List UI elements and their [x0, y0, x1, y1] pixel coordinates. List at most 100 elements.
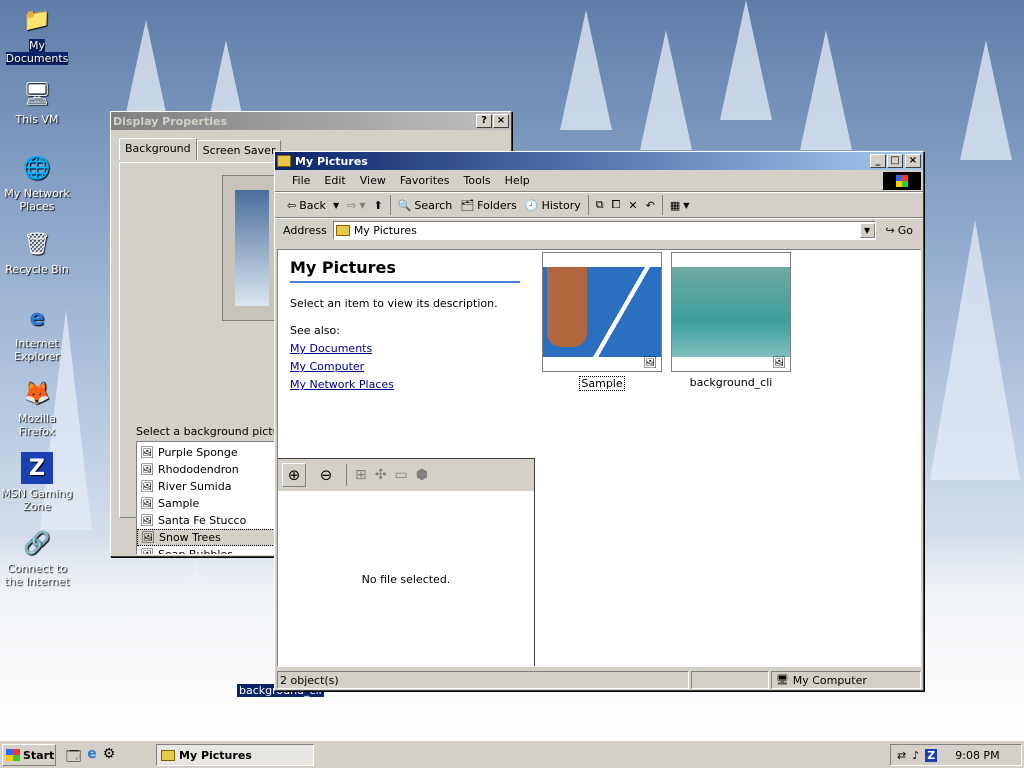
actual-size-button[interactable]: ✣	[375, 467, 387, 483]
window-title: My Pictures	[295, 154, 368, 168]
taskbar-task-my-pictures[interactable]: My Pictures	[156, 744, 314, 766]
preview-empty-text: No file selected.	[361, 573, 451, 586]
forward-button[interactable]: ⇨ ▼	[343, 195, 369, 215]
zoom-out-button[interactable]: ⊖	[314, 466, 338, 484]
slideshow-button[interactable]: ▭	[394, 467, 407, 483]
bg-picture-list[interactable]: 🖼 Purple Sponge 🖼 Rhododendron 🖼 River Sumida…	[136, 441, 280, 555]
desktop-icon-network[interactable]: 🌐 My Network Places	[0, 152, 74, 213]
desktop-icon-my-documents[interactable]: 📁 My Documents	[0, 4, 74, 65]
display-properties-titlebar[interactable]: Display Properties ? ×	[111, 112, 511, 130]
bg-picture-label: Select a background picture	[136, 425, 291, 438]
back-button[interactable]: ⇦ Back ▼	[283, 195, 343, 215]
media-player-icon[interactable]: ⚙	[103, 746, 116, 768]
connect-icon: 🔗	[23, 530, 51, 556]
link-my-computer[interactable]: My Computer	[290, 360, 520, 373]
clock[interactable]: 9:08 PM	[955, 749, 999, 762]
bg-list-item[interactable]: 🖼 Snow Trees	[137, 529, 279, 546]
volume-icon[interactable]: ♪	[912, 749, 919, 762]
copy-to-button[interactable]: ⧠	[608, 195, 625, 215]
bg-list-item[interactable]: 🖼 Sample	[137, 495, 279, 512]
ie-icon[interactable]: e	[87, 746, 97, 768]
computer-icon: 🖥	[776, 674, 789, 686]
start-button[interactable]: Start	[2, 744, 56, 766]
history-label: History	[541, 198, 581, 212]
recycle-bin-icon: 🗑	[23, 231, 51, 257]
bg-list-item-label: Santa Fe Stucco	[158, 514, 247, 527]
link-my-network-places[interactable]: My Network Places	[290, 378, 520, 391]
desktop-icon-this-vm[interactable]: 🖥 This VM	[0, 78, 74, 126]
views-button[interactable]: ▦ ▼	[666, 195, 694, 215]
move-to-icon: ⧉	[595, 198, 604, 211]
minimize-button[interactable]: _	[870, 154, 886, 168]
folders-button[interactable]: 🗂 Folders	[456, 195, 521, 215]
history-button[interactable]: 🕘 History	[521, 195, 585, 215]
rotate-button[interactable]: ⬢	[416, 467, 428, 483]
file-name: Sample	[579, 376, 625, 391]
image-file-icon: 🖼	[141, 530, 155, 544]
background-image	[672, 267, 790, 357]
menu-file[interactable]: File	[285, 174, 317, 187]
address-dropdown-button[interactable]: ▼	[859, 223, 875, 238]
search-button[interactable]: 🔍 Search	[394, 195, 457, 215]
see-also-label: See also:	[290, 324, 340, 337]
close-button[interactable]: ×	[905, 154, 921, 168]
up-folder-button[interactable]: ⬆	[369, 195, 386, 215]
file-item-sample[interactable]: 🖼 Sample	[542, 252, 662, 391]
system-tray: ⇄ ♪ Z 9:08 PM	[890, 744, 1022, 766]
forward-arrow-icon: ⇨	[347, 198, 357, 212]
close-button[interactable]: ×	[493, 114, 509, 128]
maximize-button[interactable]: □	[887, 154, 903, 168]
menu-view[interactable]: View	[353, 174, 393, 187]
file-name: background_cli	[689, 376, 773, 389]
computer-icon: 🖥	[23, 81, 51, 107]
link-my-documents[interactable]: My Documents	[290, 342, 520, 355]
toolbar-separator	[389, 195, 391, 215]
chevron-down-icon: ▼	[359, 200, 366, 210]
my-pictures-window[interactable]: My Pictures _ □ × File Edit View Favorit…	[274, 151, 924, 691]
tab-screen-saver[interactable]: Screen Saver	[196, 140, 282, 160]
undo-button[interactable]: ↶	[642, 195, 659, 215]
bg-list-item[interactable]: 🖼 Santa Fe Stucco	[137, 512, 279, 529]
file-type-icon: 🖼	[772, 356, 786, 369]
image-file-icon: 🖼	[140, 462, 154, 476]
network-tray-icon[interactable]: ⇄	[897, 749, 906, 762]
desktop-icon-recycle-bin[interactable]: 🗑 Recycle Bin	[0, 228, 74, 276]
menu-help[interactable]: Help	[498, 174, 537, 187]
desktop-icon-label: My Network Places	[4, 187, 70, 213]
desktop-icon-label: Mozilla Firefox	[18, 412, 56, 438]
best-fit-button[interactable]: ⊞	[355, 467, 367, 483]
image-file-icon: 🖼	[140, 513, 154, 527]
zoom-in-button[interactable]: ⊕	[282, 463, 306, 487]
my-pictures-titlebar[interactable]: My Pictures _ □ ×	[275, 152, 923, 170]
file-item-background-cli[interactable]: 🖼 background_cli	[671, 252, 791, 389]
menu-favorites[interactable]: Favorites	[393, 174, 457, 187]
address-input[interactable]: My Pictures ▼	[332, 221, 876, 240]
desktop-icon-msn-zone[interactable]: Z MSN Gaming Zone	[0, 452, 74, 513]
menu-tools[interactable]: Tools	[457, 174, 498, 187]
search-icon: 🔍	[397, 198, 412, 212]
delete-button[interactable]: ✕	[624, 195, 641, 215]
desktop-icon-label: Internet Explorer	[14, 337, 60, 363]
desktop-icon-label: Recycle Bin	[5, 263, 69, 276]
panel-heading: My Pictures	[290, 258, 520, 283]
menu-edit[interactable]: Edit	[317, 174, 352, 187]
desktop-icon-ie[interactable]: e Internet Explorer	[0, 302, 74, 363]
tab-background[interactable]: Background	[119, 138, 197, 160]
start-label: Start	[23, 748, 55, 762]
address-bar: Address My Pictures ▼ ↪ Go	[275, 218, 923, 242]
move-to-button[interactable]: ⧉	[592, 195, 608, 215]
show-desktop-icon[interactable]: 🗔	[66, 746, 81, 768]
desktop-icon-firefox[interactable]: 🦊 Mozilla Firefox	[0, 377, 74, 438]
desktop-icon-connect[interactable]: 🔗 Connect to the Internet	[0, 527, 74, 588]
msn-zone-icon[interactable]: Z	[925, 748, 938, 762]
bg-list-item[interactable]: 🖼 Purple Sponge	[137, 444, 279, 461]
bg-list-item[interactable]: 🖼 Soap Bubbles	[137, 546, 279, 555]
firefox-icon: 🦊	[23, 380, 51, 406]
folder-icon	[277, 155, 291, 167]
thumbnail-sample: 🖼	[542, 252, 662, 372]
bg-list-item[interactable]: 🖼 Rhododendron	[137, 461, 279, 478]
go-button[interactable]: ↪ Go	[882, 221, 917, 241]
bg-list-item[interactable]: 🖼 River Sumida	[137, 478, 279, 495]
up-folder-icon: ⬆	[373, 198, 383, 212]
help-button[interactable]: ?	[476, 114, 492, 128]
